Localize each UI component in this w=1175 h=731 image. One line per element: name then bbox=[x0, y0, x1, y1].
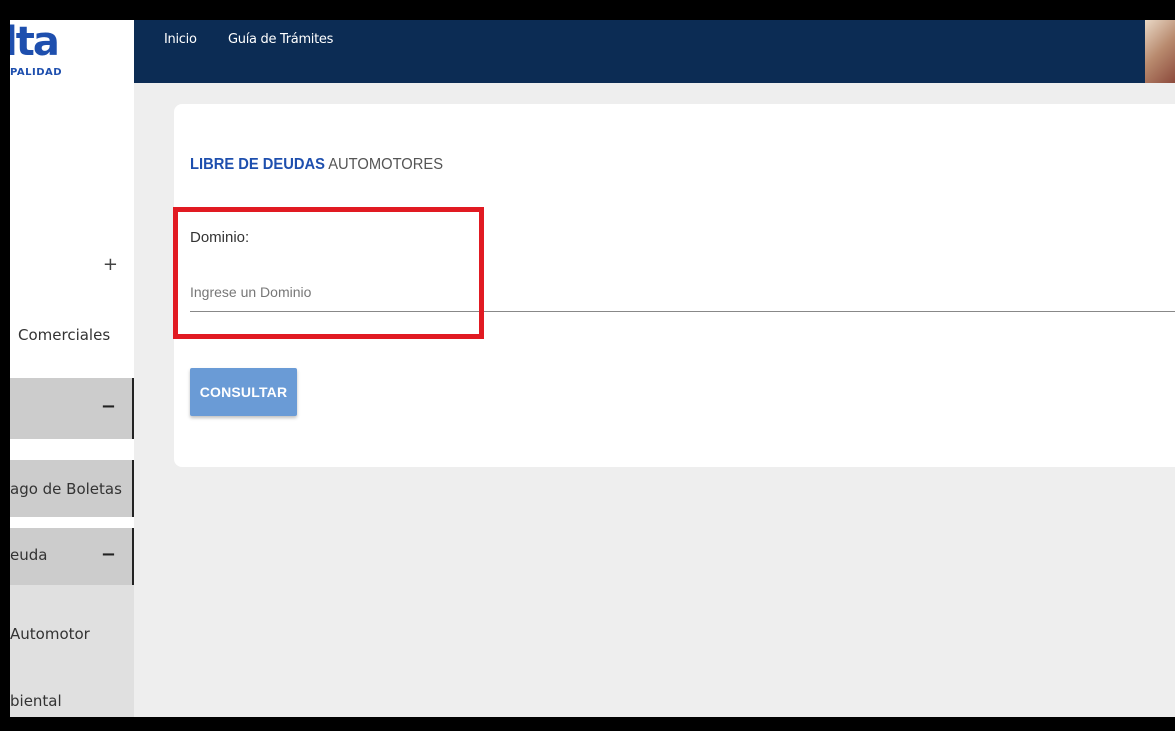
avatar[interactable] bbox=[1145, 20, 1175, 83]
sidebar-expand-row[interactable]: + bbox=[10, 254, 134, 278]
sidebar-item-deuda[interactable]: euda − bbox=[10, 528, 134, 585]
sidebar-item-pago-boletas[interactable]: ago de Boletas bbox=[10, 460, 134, 517]
sidebar-item-comerciales[interactable]: Comerciales bbox=[10, 326, 134, 350]
minus-icon[interactable]: − bbox=[101, 544, 116, 565]
nav-guia-tramites[interactable]: Guía de Trámites bbox=[228, 32, 333, 47]
sidebar-item-label: ago de Boletas bbox=[10, 480, 122, 498]
minus-icon[interactable]: − bbox=[101, 396, 116, 417]
plus-icon[interactable]: + bbox=[103, 254, 118, 275]
logo[interactable]: lta PALIDAD bbox=[10, 20, 134, 84]
sidebar-item-label: euda bbox=[10, 546, 48, 564]
sidebar-submenu: Automotor biental bbox=[10, 585, 134, 717]
libre-deudas-card: LIBRE DE DEUDAS AUTOMOTORES Dominio: CON… bbox=[174, 104, 1175, 467]
top-navbar: Inicio Guía de Trámites bbox=[134, 20, 1175, 83]
dominio-input[interactable] bbox=[190, 272, 1175, 312]
logo-word: lta bbox=[10, 20, 60, 65]
consultar-button[interactable]: CONSULTAR bbox=[190, 368, 297, 416]
sidebar-item-automotor[interactable]: Automotor bbox=[10, 625, 90, 643]
screenshot-frame: lta PALIDAD + Comerciales − ago de Bolet… bbox=[0, 0, 1175, 731]
card-title: LIBRE DE DEUDAS AUTOMOTORES bbox=[190, 156, 443, 174]
sidebar-item-ambiental[interactable]: biental bbox=[10, 692, 62, 710]
sidebar-item-label: Automotor bbox=[10, 625, 90, 643]
dominio-label: Dominio: bbox=[190, 229, 250, 246]
sidebar: lta PALIDAD + Comerciales − ago de Bolet… bbox=[10, 20, 134, 717]
sidebar-item-label: Comerciales bbox=[18, 326, 111, 344]
sidebar-item-label: biental bbox=[10, 692, 62, 710]
sidebar-item-group[interactable]: − bbox=[10, 378, 134, 439]
nav-inicio[interactable]: Inicio bbox=[164, 32, 197, 47]
logo-subtitle: PALIDAD bbox=[10, 67, 63, 78]
card-title-strong: LIBRE DE DEUDAS bbox=[190, 156, 325, 173]
page: lta PALIDAD + Comerciales − ago de Bolet… bbox=[10, 20, 1175, 717]
card-title-rest: AUTOMOTORES bbox=[328, 156, 444, 173]
